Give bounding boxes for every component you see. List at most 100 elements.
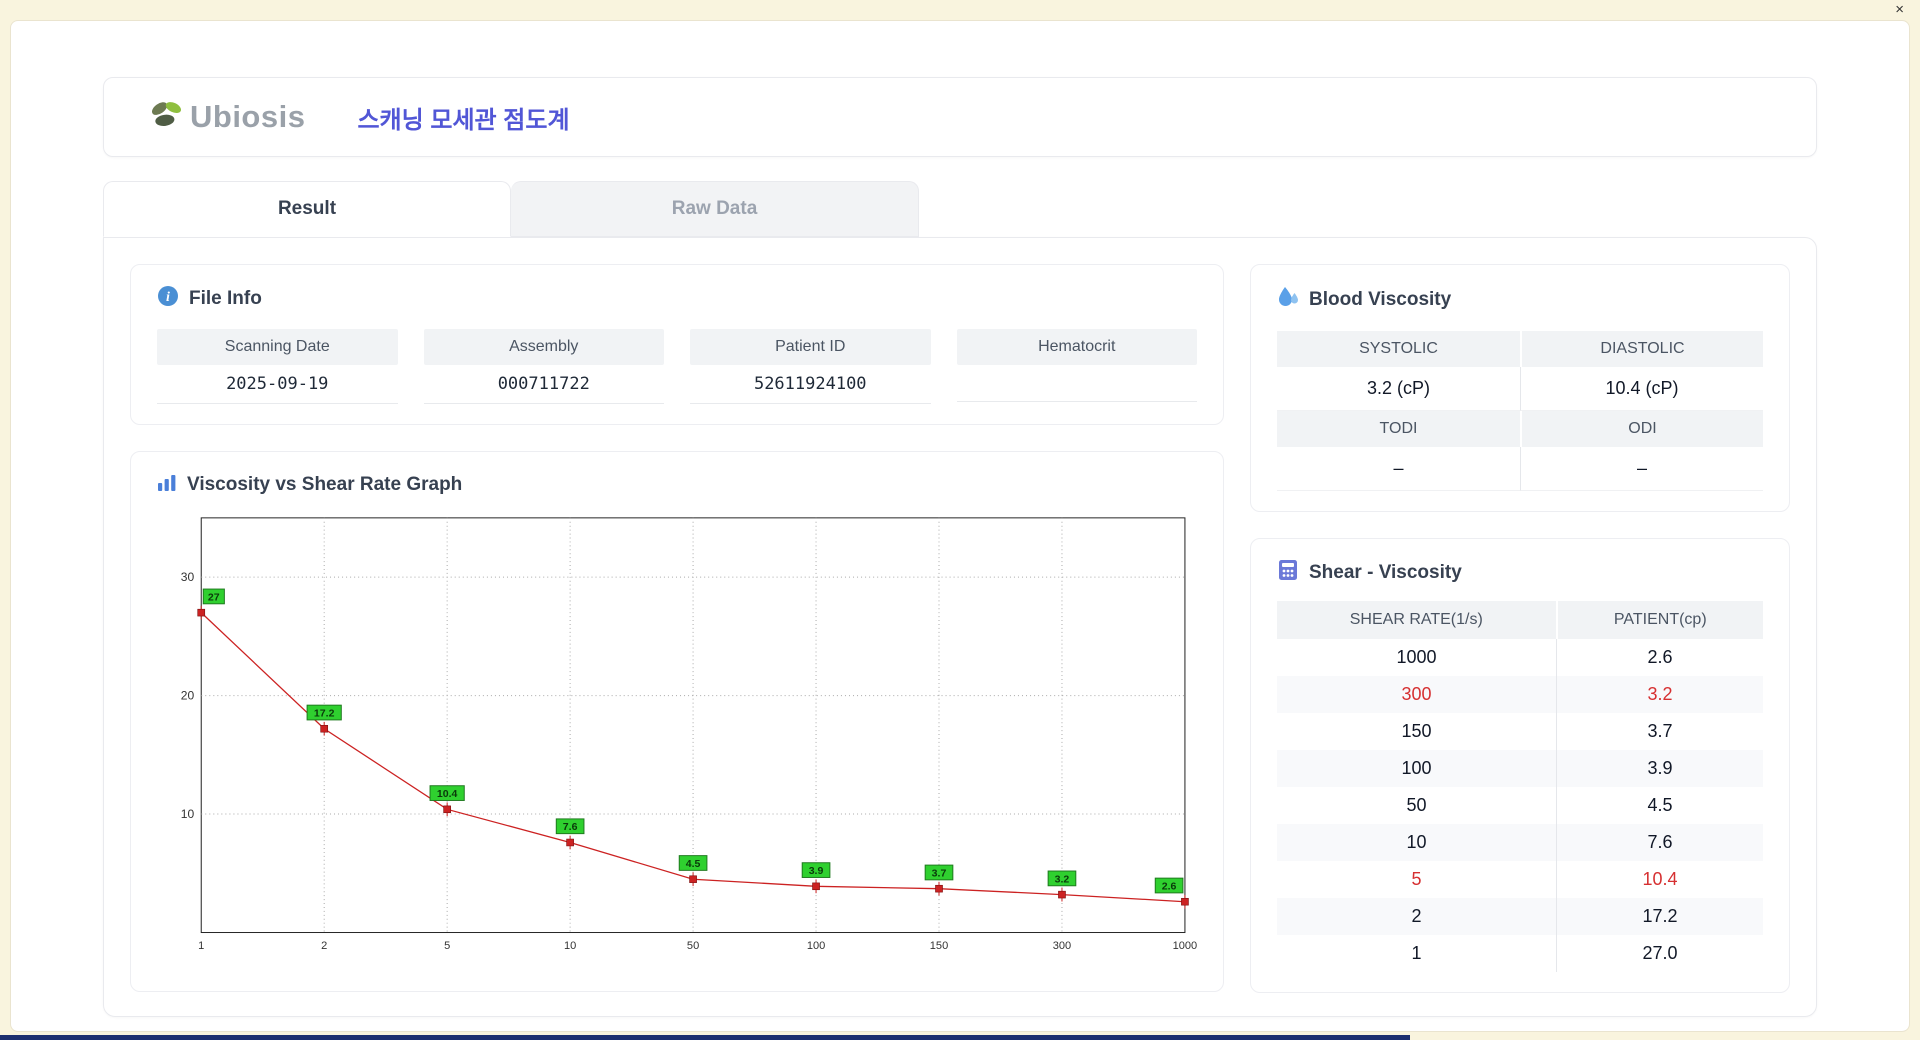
- field-assembly: Assembly 000711722: [423, 329, 664, 404]
- systolic-header: SYSTOLIC: [1277, 331, 1520, 367]
- patient-value-cell: 3.2: [1556, 676, 1763, 713]
- shear-row: 1 27.0: [1277, 935, 1763, 972]
- file-info-title: File Info: [189, 288, 262, 309]
- svg-text:5: 5: [444, 940, 450, 952]
- calculator-icon: [1277, 559, 1299, 587]
- diastolic-header: DIASTOLIC: [1520, 331, 1763, 367]
- leaf-logo-icon: [148, 99, 186, 136]
- blood-viscosity-title-row: Blood Viscosity: [1277, 285, 1763, 315]
- svg-text:27: 27: [208, 592, 220, 603]
- shear-rate-column-header: SHEAR RATE(1/s): [1277, 601, 1557, 639]
- shear-row: 300 3.2: [1277, 676, 1763, 713]
- diastolic-value: 10.4 (cP): [1520, 367, 1763, 411]
- svg-text:10: 10: [564, 940, 576, 952]
- right-column: Blood Viscosity SYSTOLIC DIASTOLIC 3.2 (…: [1250, 264, 1790, 993]
- shear-viscosity-title: Shear - Viscosity: [1309, 562, 1462, 583]
- main-panel: i File Info Scanning Date 2025-09-19 Ass…: [103, 237, 1817, 1017]
- svg-text:17.2: 17.2: [314, 709, 335, 720]
- shear-row: 50 4.5: [1277, 787, 1763, 824]
- info-icon: i: [157, 285, 179, 313]
- svg-text:1000: 1000: [1173, 940, 1197, 952]
- taskbar-sliver: [0, 1035, 1410, 1040]
- field-label: Patient ID: [690, 329, 931, 365]
- patient-value-cell: 3.9: [1556, 750, 1763, 787]
- brand-name: Ubiosis: [190, 99, 306, 134]
- droplet-icon: [1277, 285, 1299, 315]
- svg-text:7.6: 7.6: [563, 822, 578, 833]
- close-button[interactable]: ×: [1895, 1, 1904, 19]
- svg-text:3.7: 3.7: [932, 868, 947, 879]
- field-label: Scanning Date: [157, 329, 398, 365]
- shear-row: 150 3.7: [1277, 713, 1763, 750]
- patient-column-header: PATIENT(cp): [1555, 601, 1763, 639]
- page-title: 스캐닝 모세관 점도계: [357, 106, 570, 134]
- graph-title: Viscosity vs Shear Rate Graph: [187, 474, 463, 495]
- shear-row: 2 17.2: [1277, 898, 1763, 935]
- svg-text:1: 1: [198, 940, 204, 952]
- svg-text:10.4: 10.4: [437, 789, 458, 800]
- patient-value-cell: 3.7: [1556, 713, 1763, 750]
- field-value: 52611924100: [690, 365, 931, 404]
- left-column: i File Info Scanning Date 2025-09-19 Ass…: [130, 264, 1224, 992]
- shear-rate-cell: 1000: [1396, 647, 1437, 667]
- svg-text:2: 2: [321, 940, 327, 952]
- field-value: 2025-09-19: [157, 365, 398, 404]
- svg-text:4.5: 4.5: [686, 859, 701, 870]
- field-value: 000711722: [423, 365, 664, 404]
- shear-rate-cell: 300: [1401, 684, 1432, 704]
- shear-row: 1000 2.6: [1277, 639, 1763, 676]
- svg-text:300: 300: [1053, 940, 1071, 952]
- shear-rate-cell: 5: [1411, 869, 1422, 889]
- app-header: Ubiosis 스캐닝 모세관 점도계: [103, 77, 1817, 157]
- tab-bar: Result Raw Data: [103, 181, 1817, 237]
- svg-text:3.9: 3.9: [809, 866, 824, 877]
- tab-result[interactable]: Result: [103, 181, 511, 237]
- odi-value: –: [1520, 447, 1763, 491]
- field-label: Assembly: [423, 329, 664, 365]
- systolic-value: 3.2 (cP): [1277, 367, 1520, 411]
- odi-header: ODI: [1520, 411, 1763, 447]
- blood-viscosity-table: SYSTOLIC DIASTOLIC 3.2 (cP) 10.4 (cP) TO…: [1277, 331, 1763, 491]
- shear-rate-cell: 2: [1411, 906, 1422, 926]
- viscosity-chart: 10 20 30 1 2 5 10 50 100 150 300 1000 27 17.2 10.4 7.6 4…: [181, 517, 1197, 952]
- svg-text:3.2: 3.2: [1055, 874, 1070, 885]
- field-patient-id: Patient ID 52611924100: [690, 329, 931, 404]
- patient-value-cell: 2.6: [1556, 639, 1763, 676]
- tab-raw-data[interactable]: Raw Data: [511, 181, 919, 237]
- patient-value-cell: 10.4: [1556, 861, 1763, 898]
- patient-value-cell: 27.0: [1556, 935, 1763, 972]
- shear-viscosity-card: Shear - Viscosity SHEAR RATE(1/s) PATIEN…: [1250, 538, 1790, 993]
- shear-row: 5 10.4: [1277, 861, 1763, 898]
- blood-viscosity-card: Blood Viscosity SYSTOLIC DIASTOLIC 3.2 (…: [1250, 264, 1790, 512]
- todi-header: TODI: [1277, 411, 1520, 447]
- app-window: Ubiosis 스캐닝 모세관 점도계 Result Raw Data i Fi…: [10, 20, 1910, 1032]
- shear-viscosity-table: SHEAR RATE(1/s) PATIENT(cp) 1000 2.6 300 3…: [1277, 601, 1763, 972]
- viscosity-graph-card: Viscosity vs Shear Rate Graph 10 20 30 1 2 5 1…: [130, 451, 1224, 992]
- svg-text:i: i: [166, 290, 170, 305]
- svg-text:150: 150: [930, 940, 948, 952]
- shear-rate-cell: 10: [1406, 832, 1427, 852]
- bar-chart-icon: [157, 472, 177, 498]
- patient-value-cell: 17.2: [1556, 898, 1763, 935]
- shear-rate-cell: 1: [1411, 943, 1422, 963]
- svg-text:50: 50: [687, 940, 699, 952]
- todi-value: –: [1277, 447, 1520, 491]
- field-hematocrit: Hematocrit: [956, 329, 1197, 404]
- svg-text:20: 20: [181, 689, 195, 703]
- chart-area: 10 20 30 1 2 5 10 50 100 150 300 1000 27 17.2 10.4 7.6 4…: [157, 510, 1197, 962]
- table-header-row: SHEAR RATE(1/s) PATIENT(cp): [1277, 601, 1763, 639]
- file-info-fields: Scanning Date 2025-09-19 Assembly 000711…: [157, 329, 1197, 404]
- graph-title-row: Viscosity vs Shear Rate Graph: [157, 472, 1197, 498]
- shear-viscosity-title-row: Shear - Viscosity: [1277, 559, 1763, 587]
- file-info-card: i File Info Scanning Date 2025-09-19 Ass…: [130, 264, 1224, 425]
- file-info-title-row: i File Info: [157, 285, 1197, 313]
- field-value: [956, 365, 1197, 402]
- svg-text:100: 100: [807, 940, 825, 952]
- patient-value-cell: 7.6: [1556, 824, 1763, 861]
- field-scanning-date: Scanning Date 2025-09-19: [157, 329, 398, 404]
- shear-row: 100 3.9: [1277, 750, 1763, 787]
- blood-viscosity-title: Blood Viscosity: [1309, 289, 1452, 310]
- svg-text:30: 30: [181, 570, 195, 584]
- field-label: Hematocrit: [956, 329, 1197, 365]
- shear-rate-cell: 150: [1401, 721, 1432, 741]
